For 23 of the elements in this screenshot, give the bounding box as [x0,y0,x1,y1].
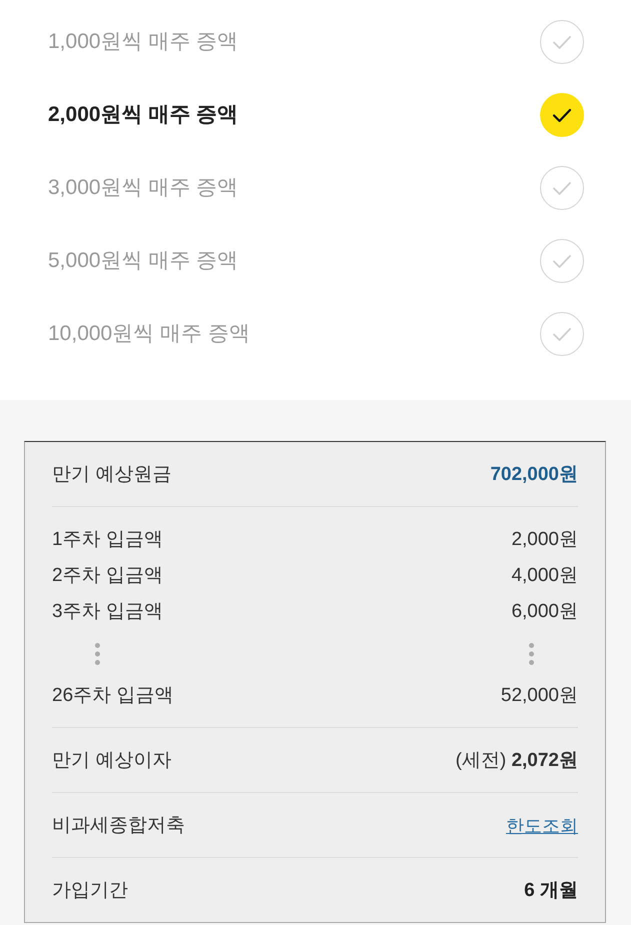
summary-label: 만기 예상이자 [52,748,172,773]
summary-label: 만기 예상원금 [52,462,172,487]
summary-label: 26주차 입금액 [52,684,174,708]
amount-value: 2,000원 [511,528,578,552]
amount-value: 6,000원 [511,600,578,624]
summary-label: 가입기간 [52,878,128,903]
period-value: 6 개월 [524,878,578,903]
total-amount: 702,000원 [490,462,578,487]
increment-option[interactable]: 2,000원씩 매주 증액 [0,78,631,151]
increment-option[interactable]: 3,000원씩 매주 증액 [0,151,631,224]
increment-option[interactable]: 1,000원씩 매주 증액 [0,5,631,78]
summary-label: 2주차 입금액 [52,564,163,588]
amount-value: (세전) 2,072원 [456,748,578,773]
vertical-ellipsis-icon [529,643,534,665]
summary-label: 1주차 입금액 [52,528,163,552]
amount-value: 4,000원 [511,564,578,588]
limit-inquiry-link[interactable]: 한도조회 [506,812,578,840]
increment-option[interactable]: 5,000원씩 매주 증액 [0,224,631,297]
summary-label: 비과세종합저축 [52,814,185,838]
vertical-ellipsis-icon [95,643,100,665]
amount-value: 52,000원 [500,684,578,708]
increment-option[interactable]: 10,000원씩 매주 증액 [0,297,631,370]
summary-label: 3주차 입금액 [52,600,163,624]
